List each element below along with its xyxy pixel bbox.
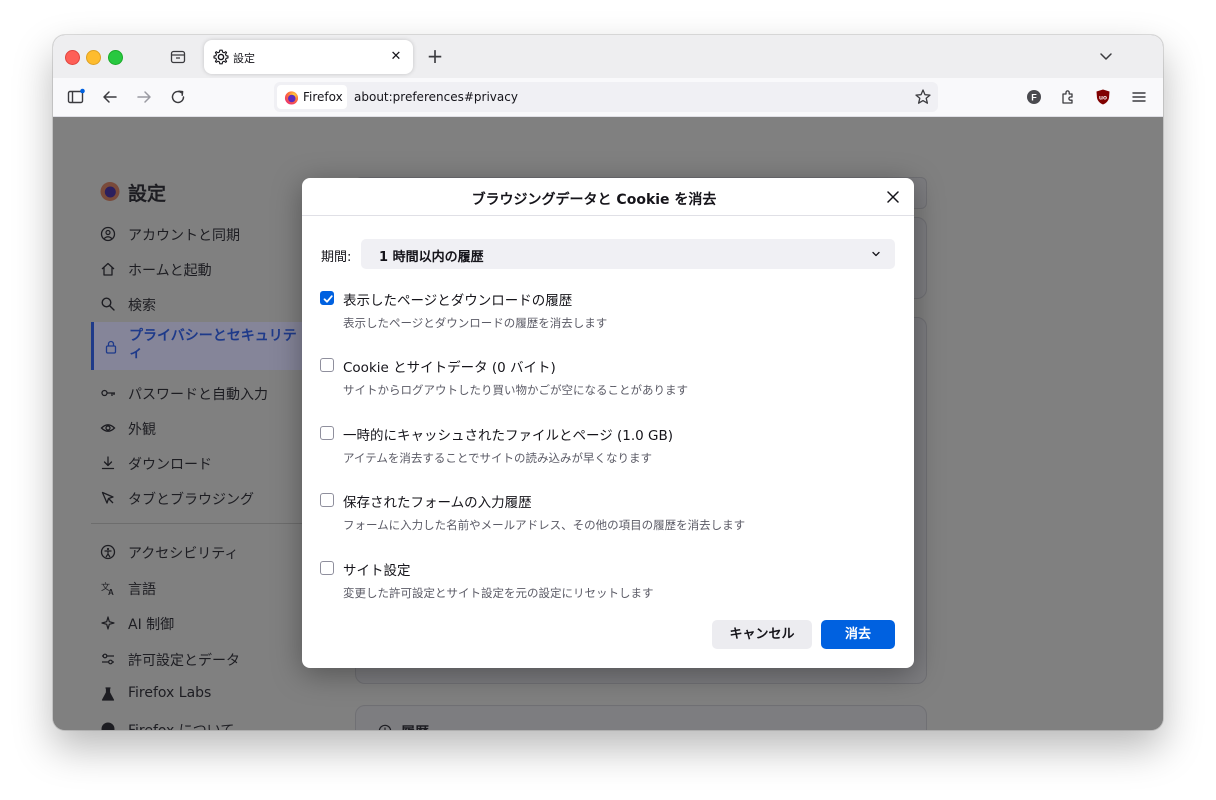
bookmark-star-icon[interactable]	[914, 88, 932, 106]
cookies-checkbox[interactable]	[320, 358, 334, 372]
sliders-icon	[102, 653, 114, 665]
sidebar-toggle-icon[interactable]	[66, 87, 86, 107]
sidebar-divider	[91, 523, 303, 524]
period-value: 1 時間以内の履歴	[379, 250, 484, 265]
gear-icon	[213, 49, 229, 65]
firefox-logo-icon	[100, 182, 120, 201]
period-select[interactable]: 1 時間以内の履歴	[361, 239, 895, 269]
info-icon	[101, 722, 115, 730]
clear-data-dialog: ブラウジングデータと Cookie を消去 期間: 1 時間以内の履歴 表示した…	[302, 178, 914, 668]
firefox-logo-icon	[284, 91, 299, 105]
account-icon	[100, 226, 116, 242]
close-icon[interactable]	[882, 186, 904, 208]
eye-icon	[100, 424, 116, 432]
home-icon	[101, 262, 115, 276]
form-history-checkbox[interactable]	[320, 493, 334, 507]
period-label: 期間:	[321, 250, 352, 265]
sidebar-title: 設定	[128, 183, 167, 205]
accessibility-icon	[100, 544, 116, 560]
language-icon: 文A	[101, 581, 114, 596]
account-avatar-icon[interactable]: F	[1024, 87, 1044, 107]
close-window-button[interactable]	[65, 50, 80, 65]
identity-box[interactable]: Firefox	[277, 85, 347, 109]
flask-icon	[101, 687, 115, 701]
zoom-window-button[interactable]	[108, 50, 123, 65]
dialog-title: ブラウジングデータと Cookie を消去	[471, 192, 717, 208]
cursor-icon	[101, 491, 114, 504]
ublock-shield-icon[interactable]: uo	[1093, 87, 1113, 107]
cache-checkbox[interactable]	[320, 426, 334, 440]
history-checkbox[interactable]	[320, 291, 334, 305]
history-card-dimmed: 履歴	[355, 705, 927, 730]
site-settings-checkbox[interactable]	[320, 561, 334, 575]
tab-groups-icon[interactable]	[169, 48, 187, 66]
download-icon	[101, 456, 115, 470]
navigation-bar: Firefox about:preferences#privacy F uo	[53, 78, 1163, 117]
svg-text:A: A	[108, 588, 114, 596]
tab-bar: 設定 ✕ +	[53, 35, 1163, 78]
url-bar[interactable]: Firefox about:preferences#privacy	[274, 82, 938, 112]
clock-icon	[378, 724, 392, 730]
lock-icon	[105, 340, 117, 354]
forward-icon[interactable]	[134, 87, 154, 107]
sparkle-icon	[101, 616, 115, 630]
tab-title: 設定	[233, 52, 255, 65]
cancel-button[interactable]: キャンセル	[712, 620, 812, 649]
minimize-window-button[interactable]	[86, 50, 101, 65]
search-icon	[101, 297, 115, 311]
sidebar-item-privacy-security[interactable]: プライバシーとセキュリティ	[91, 322, 304, 370]
key-icon	[101, 389, 115, 397]
checkmark-icon	[323, 295, 333, 303]
chevron-down-icon[interactable]	[1098, 48, 1114, 64]
clear-button[interactable]: 消去	[821, 620, 895, 649]
back-icon[interactable]	[100, 87, 120, 107]
identity-label: Firefox	[303, 90, 343, 104]
chevron-down-icon	[872, 251, 880, 257]
new-tab-button[interactable]: +	[425, 46, 445, 66]
dialog-divider	[302, 215, 914, 216]
tab-settings[interactable]: 設定 ✕	[204, 40, 413, 74]
tab-close-icon[interactable]: ✕	[387, 48, 405, 66]
svg-text:F: F	[1031, 93, 1037, 103]
history-heading: 履歴	[401, 722, 429, 730]
url-text[interactable]: about:preferences#privacy	[354, 90, 518, 104]
reload-icon[interactable]	[168, 87, 188, 107]
hamburger-menu-icon[interactable]	[1129, 87, 1149, 107]
extensions-puzzle-icon[interactable]	[1058, 87, 1078, 107]
svg-text:uo: uo	[1099, 95, 1107, 102]
